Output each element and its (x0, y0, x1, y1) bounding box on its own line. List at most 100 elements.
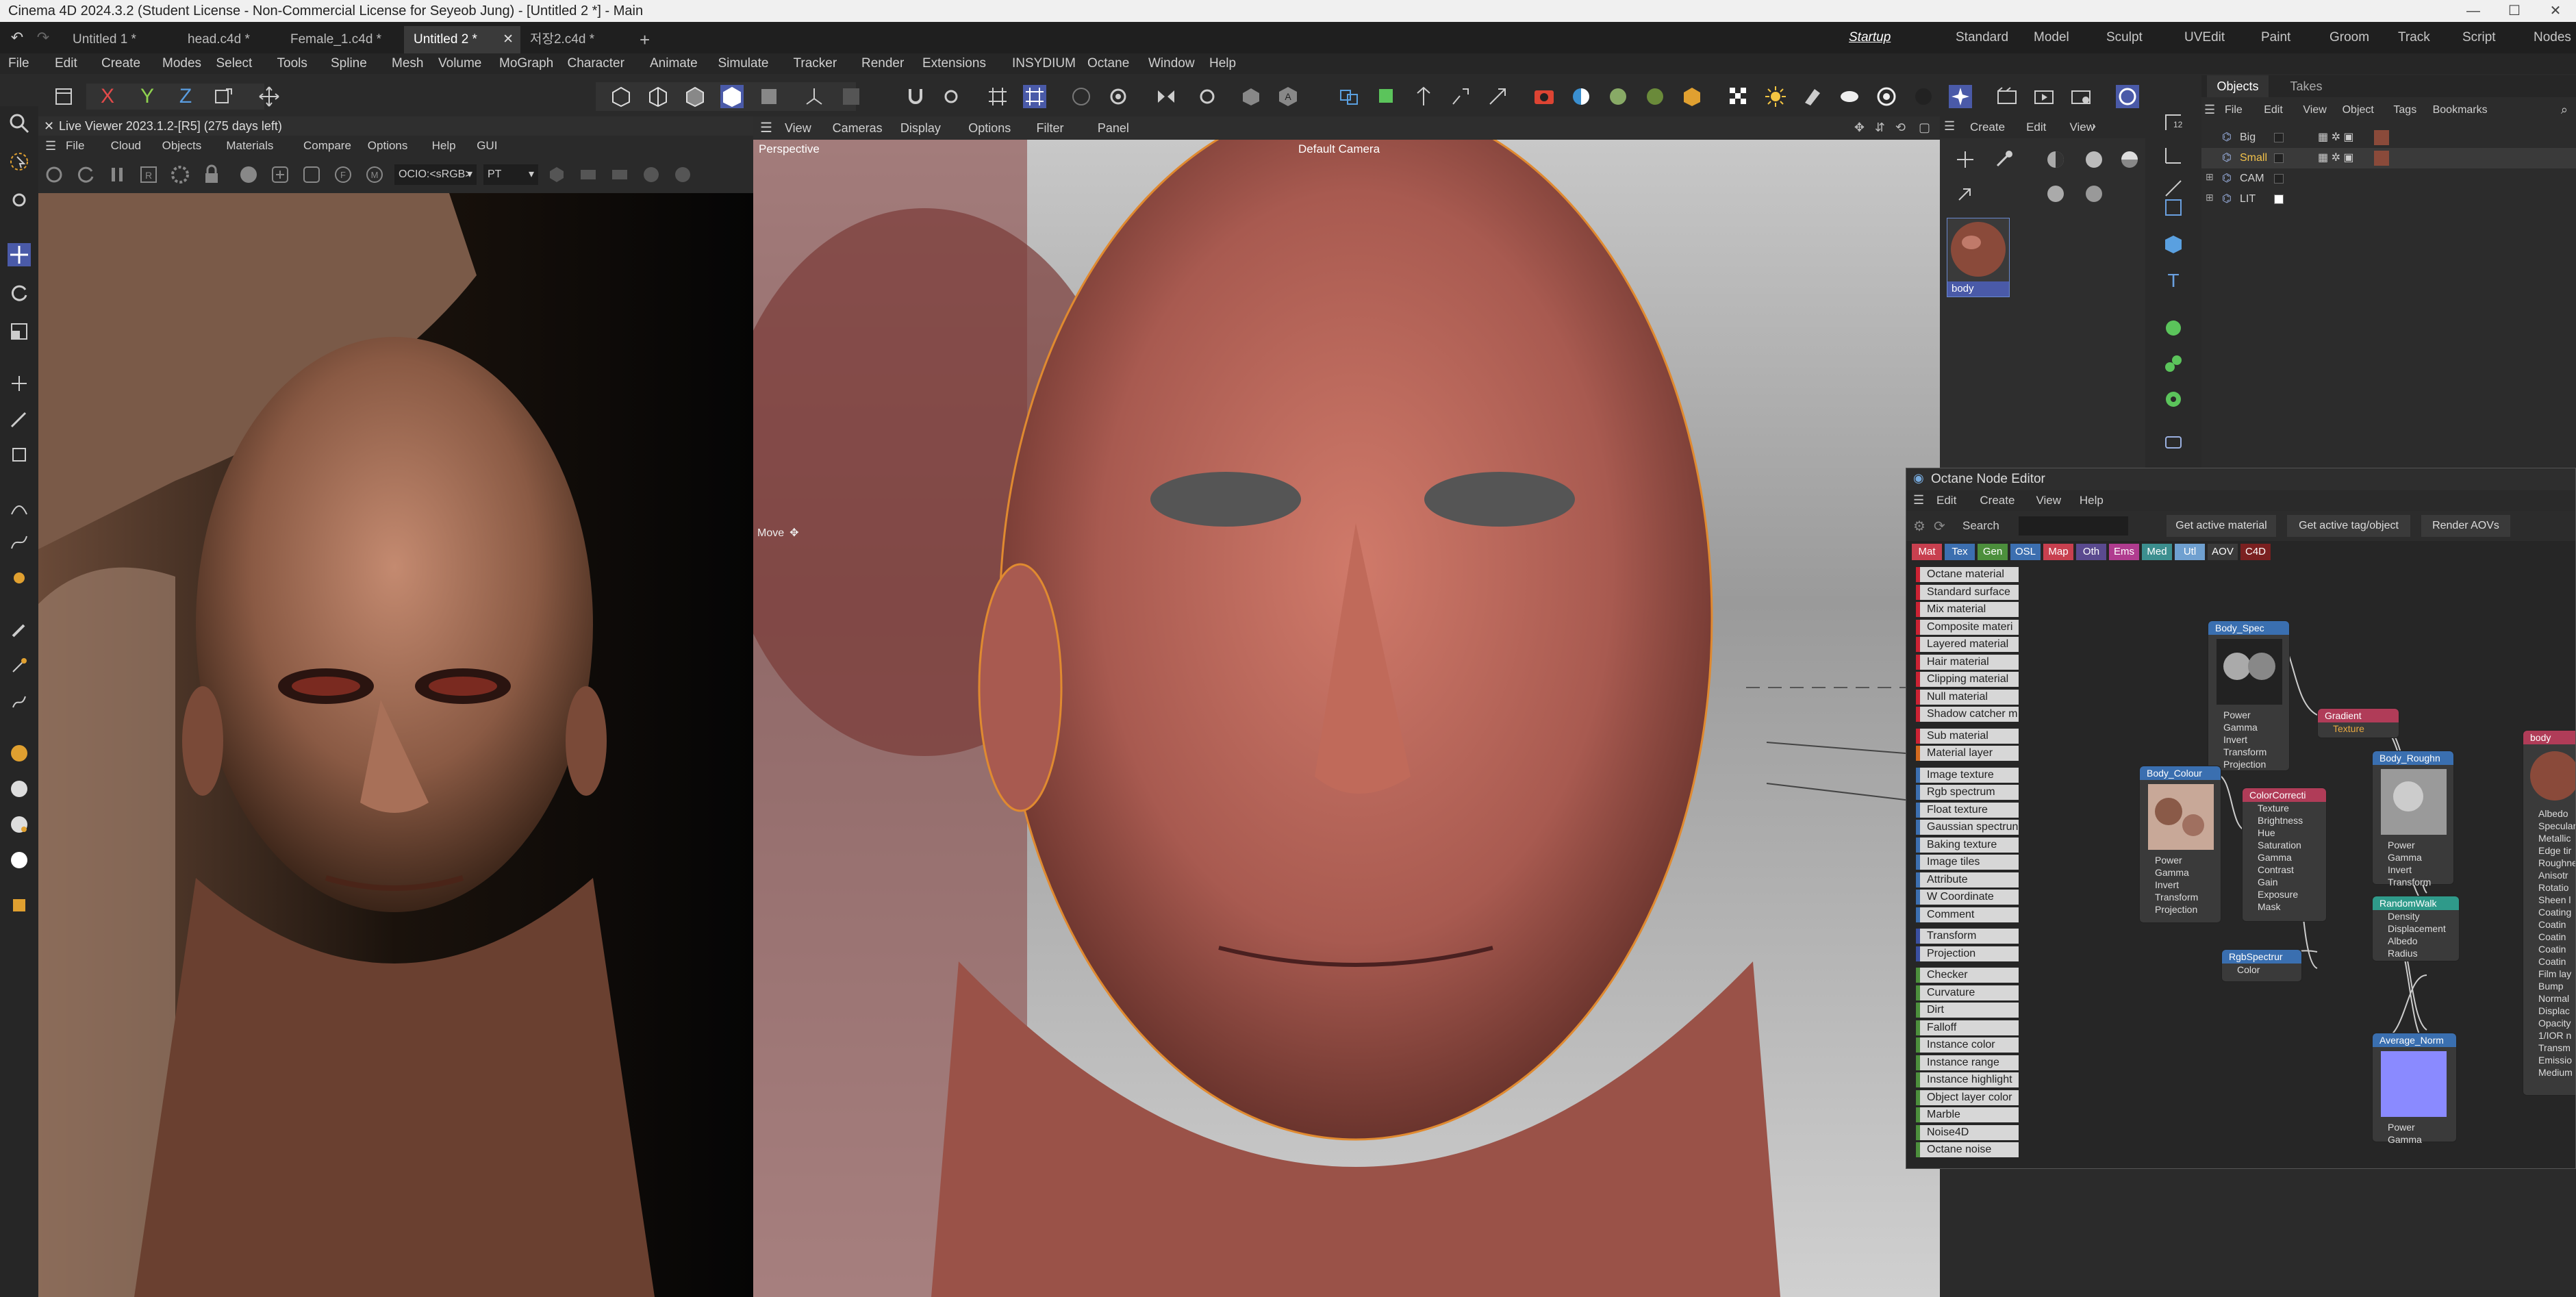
node-port-transform[interactable]: Transform (2208, 746, 2289, 758)
lv-menu-gui[interactable]: GUI (477, 136, 497, 156)
menu-viewport-cameras[interactable]: Cameras (833, 116, 883, 140)
lv-material-pick-icon[interactable]: M (363, 163, 386, 186)
node-port-density[interactable]: Density (2373, 910, 2459, 922)
menu-material-create[interactable]: Create (1970, 116, 2005, 138)
xref-icon[interactable]: 12 (2162, 111, 2185, 134)
menu-mograph[interactable]: MoGraph (499, 53, 553, 74)
menu-create[interactable]: Create (101, 53, 140, 74)
node-port-opacity[interactable]: Opacity (2523, 1017, 2575, 1029)
lv-circle-icon[interactable] (640, 163, 663, 186)
axis-mode-icon[interactable] (803, 85, 826, 108)
node-port-contrast[interactable]: Contrast (2243, 864, 2326, 876)
python-script-icon[interactable] (8, 894, 31, 917)
menu-character[interactable]: Character (568, 53, 624, 74)
node-port-film-lay[interactable]: Film lay (2523, 968, 2575, 980)
node-port-albedo[interactable]: Albedo (2373, 935, 2459, 947)
node-port-gamma[interactable]: Gamma (2373, 851, 2453, 864)
octane-live-icon[interactable] (1949, 85, 1972, 108)
environment-ball-icon[interactable] (8, 848, 31, 872)
close-tab-icon[interactable]: ✕ (503, 26, 514, 53)
node-type-image-tiles[interactable]: Image tiles (1916, 855, 2019, 870)
lv-dot-icon[interactable] (671, 163, 694, 186)
undo-history-icon[interactable] (52, 85, 75, 108)
uv-mode-icon[interactable] (757, 85, 781, 108)
render-view-icon[interactable] (1995, 85, 2019, 108)
tab-takes[interactable]: Takes (2275, 75, 2337, 97)
menu-node-create[interactable]: Create (1980, 490, 2015, 511)
lv-film-icon[interactable] (608, 163, 631, 186)
node-type-dirt[interactable]: Dirt (1916, 1003, 2019, 1018)
menu-simulate[interactable]: Simulate (718, 53, 769, 74)
node-port-power[interactable]: Power (2373, 839, 2453, 851)
node-port-metallic[interactable]: Metallic (2523, 832, 2575, 844)
node-body-colour[interactable]: Body_Colour Power Gamma Invert Transform Pro… (2139, 766, 2221, 923)
lv-pause-icon[interactable] (105, 163, 129, 186)
node-body-roughness[interactable]: Body_Roughn Power Gamma Invert Transform (2372, 751, 2454, 887)
workplane-tool-icon[interactable] (8, 188, 31, 212)
field-icon[interactable] (1486, 85, 1509, 108)
y-axis-lock[interactable]: Y (136, 85, 159, 108)
settings-gear-icon[interactable]: ⚙ (1913, 518, 1925, 535)
node-port-saturation[interactable]: Saturation (2243, 839, 2326, 851)
lv-lock-icon[interactable] (200, 163, 223, 186)
sphere-primitive-icon[interactable] (8, 742, 31, 765)
lv-add-icon[interactable] (268, 163, 292, 186)
filter-med[interactable]: Med (2142, 544, 2172, 560)
search-input[interactable] (2019, 516, 2128, 536)
material-body-thumbnail[interactable]: body (1947, 218, 2010, 297)
menu-object-tags[interactable]: Tags (2393, 100, 2416, 121)
layout-tab-script[interactable]: Script (2462, 22, 2496, 53)
symmetry-settings-icon[interactable] (1196, 85, 1219, 108)
menu-viewport-view[interactable]: View (785, 116, 811, 140)
light-ball-icon[interactable] (8, 813, 31, 836)
object-row-cam[interactable]: ⊞ ⌬ CAM (2201, 168, 2576, 189)
node-type-instance-range[interactable]: Instance range (1916, 1055, 2019, 1070)
sky-light-icon[interactable] (1912, 85, 1935, 108)
node-port-power[interactable]: Power (2373, 1121, 2456, 1133)
menu-tools[interactable]: Tools (277, 53, 307, 74)
get-active-material-button[interactable]: Get active material (2167, 515, 2276, 537)
render-to-picture-viewer-icon[interactable] (2032, 85, 2056, 108)
symmetry-icon[interactable] (1154, 85, 1178, 108)
connect-object-icon[interactable] (2162, 352, 2185, 375)
node-port-displacement[interactable]: Displacement (2373, 922, 2459, 935)
node-type-rgb-spectrum[interactable]: Rgb spectrum (1916, 785, 2019, 800)
menu-viewport-panel[interactable]: Panel (1098, 116, 1129, 140)
paint-brush-icon[interactable] (8, 618, 31, 642)
hamburger-icon[interactable]: ☰ (1944, 119, 1955, 134)
node-port-projection[interactable]: Projection (2140, 903, 2221, 916)
material-tag-icon[interactable] (2374, 151, 2389, 166)
lv-restart-icon[interactable] (74, 163, 97, 186)
menu-mesh[interactable]: Mesh (392, 53, 423, 74)
dolly-view-icon[interactable]: ⇵ (1875, 121, 1885, 135)
object-row-big[interactable]: ⌬ Big ▦ ✲ ▣ (2201, 127, 2576, 148)
pen-tool-icon[interactable] (8, 495, 31, 518)
tab-objects[interactable]: Objects (2207, 75, 2269, 97)
add-material-icon[interactable] (1954, 148, 1977, 171)
doc-tab-2[interactable]: head.c4d * (178, 26, 260, 53)
lv-focus-icon[interactable]: F (331, 163, 355, 186)
rectangle-spline-icon[interactable] (2162, 196, 2185, 219)
menu-object-view[interactable]: View (2303, 100, 2326, 121)
octane-scatter-icon[interactable] (1643, 85, 1667, 108)
node-type-transform[interactable]: Transform (1916, 929, 2019, 944)
node-port-coatin[interactable]: Coatin (2523, 918, 2575, 931)
edit-render-settings-icon[interactable] (2069, 85, 2093, 108)
hamburger-icon[interactable]: ☰ (45, 136, 56, 156)
transform-tool-icon[interactable] (8, 372, 31, 395)
visibility-toggle[interactable] (2274, 194, 2284, 204)
octane-camera-icon[interactable] (1532, 85, 1556, 108)
node-type-sub-material[interactable]: Sub material (1916, 728, 2019, 744)
lv-settings-icon[interactable] (42, 163, 66, 186)
layout-tab-standard[interactable]: Standard (1956, 22, 2008, 53)
node-port-exposure[interactable]: Exposure (2243, 888, 2326, 901)
visibility-toggle[interactable] (2274, 133, 2284, 142)
node-port-color[interactable]: Color (2222, 964, 2301, 976)
hair-tool-icon[interactable] (8, 690, 31, 713)
settings-gear-icon[interactable] (2162, 388, 2185, 411)
node-type-float-texture[interactable]: Float texture (1916, 802, 2019, 818)
node-type-baking-texture[interactable]: Baking texture (1916, 837, 2019, 853)
node-type-null-material[interactable]: Null material (1916, 689, 2019, 705)
menu-volume[interactable]: Volume (438, 53, 481, 74)
node-port-edge-tir[interactable]: Edge tir (2523, 844, 2575, 857)
